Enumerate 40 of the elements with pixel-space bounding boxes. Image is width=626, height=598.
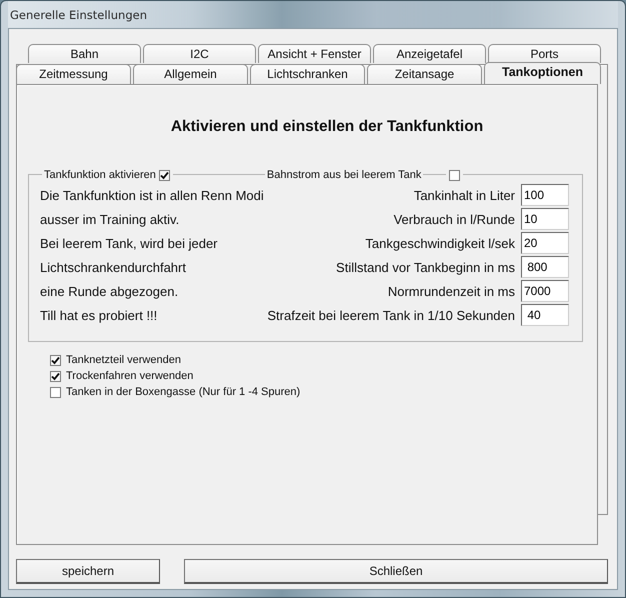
button[interactable]: speichern — [16, 559, 160, 584]
note-text: eine Runde abgezogen. — [40, 284, 180, 298]
tab[interactable]: Zeitansage — [367, 64, 482, 84]
field-label: Strafzeit bei leerem Tank in 1/10 Sekunden — [267, 308, 515, 322]
checkbox-label: Trockenfahren verwenden — [66, 370, 194, 382]
input-field[interactable]: 7000 — [521, 280, 569, 302]
tab[interactable]: Lichtschranken — [250, 64, 365, 84]
field-label: Stillstand vor Tankbeginn in ms — [336, 260, 515, 274]
button[interactable]: Schließen — [184, 559, 608, 584]
tab[interactable]: Zeitmessung — [16, 64, 131, 84]
input-field[interactable]: 20 — [521, 232, 569, 254]
note-text: Die Tankfunktion ist in allen Renn Modi — [40, 188, 265, 202]
field-label: Normrundenzeit in ms — [388, 284, 515, 298]
heading: Aktivieren und einstellen der Tankfunktion — [170, 118, 484, 136]
tab[interactable]: I2C — [143, 44, 256, 63]
label: Tankfunktion aktivieren — [42, 169, 158, 181]
input-field[interactable]: 100 — [521, 184, 569, 206]
input-field[interactable]: 40 — [521, 304, 569, 326]
note-text: ausser im Training aktiv. — [40, 212, 180, 226]
checkbox[interactable] — [50, 370, 61, 382]
checkbox-label: Tanken in der Boxengasse (Nur für 1 -4 Spuren) — [66, 386, 300, 398]
input-field[interactable]: 10 — [521, 208, 569, 230]
field-label: Tankgeschwindigkeit l/sek — [365, 236, 515, 250]
tab[interactable]: Anzeigetafel — [373, 44, 486, 63]
note-text: Lichtschrankendurchfahrt — [40, 260, 187, 274]
note-text: Till hat es probiert !!! — [40, 308, 158, 322]
window-title: Generelle Einstellungen — [9, 8, 147, 22]
checkbox-label: Tanknetzteil verwenden — [66, 354, 181, 366]
checkbox[interactable] — [50, 386, 61, 398]
tab[interactable]: Bahn — [28, 44, 141, 63]
checkbox[interactable] — [50, 354, 61, 366]
label: Bahnstrom aus bei leerem Tank — [264, 169, 424, 181]
tab[interactable]: Allgemein — [133, 64, 248, 84]
field-label: Verbrauch in l/Runde — [394, 212, 515, 226]
tab[interactable]: Ansicht + Fenster — [258, 44, 371, 63]
tab[interactable]: Ports — [488, 44, 601, 63]
tab[interactable]: Tankoptionen — [484, 62, 601, 84]
note-text: Bei leerem Tank, wird bei jeder — [40, 236, 219, 250]
field-label: Tankinhalt in Liter — [414, 188, 515, 202]
input-field[interactable]: 800 — [521, 256, 569, 278]
